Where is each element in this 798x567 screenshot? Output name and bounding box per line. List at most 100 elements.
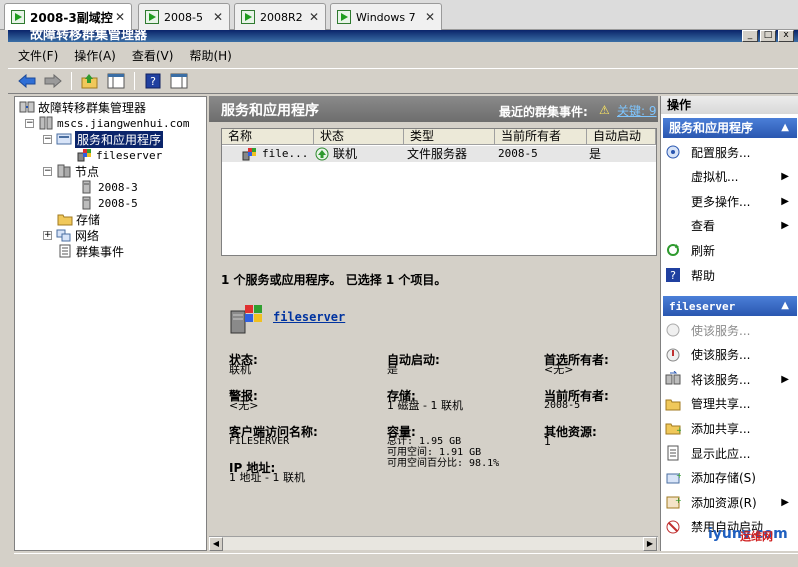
tab-windows7[interactable]: Windows 7 ✕ bbox=[330, 3, 442, 30]
tab-2008-3[interactable]: 2008-3副域控 ✕ bbox=[4, 3, 132, 30]
disable-icon bbox=[665, 519, 681, 535]
action-item[interactable]: + 添加共享... bbox=[665, 417, 795, 439]
tree-events-label: 群集事件 bbox=[76, 244, 125, 259]
expand-icon[interactable]: + bbox=[43, 230, 52, 240]
minimize-button[interactable]: _ bbox=[742, 30, 758, 42]
close-icon[interactable]: ✕ bbox=[115, 10, 125, 24]
column-header-status[interactable]: 状态 bbox=[314, 129, 404, 145]
recent-events-link[interactable]: 关键: 9 bbox=[617, 102, 657, 119]
services-icon bbox=[56, 133, 72, 145]
close-button[interactable]: x bbox=[778, 30, 794, 42]
action-item[interactable]: ? 帮助 bbox=[665, 264, 795, 286]
actions-header: 操作 bbox=[661, 96, 798, 114]
section-label: 服务和应用程序 bbox=[669, 121, 754, 135]
menu-action[interactable]: 操作(A) bbox=[74, 47, 116, 64]
collapse-section-icon[interactable]: ▲ bbox=[781, 118, 789, 138]
action-item[interactable]: 管理共享... bbox=[665, 393, 795, 415]
collapse-icon[interactable]: − bbox=[43, 134, 52, 144]
close-icon[interactable]: ✕ bbox=[309, 10, 319, 24]
online-icon bbox=[665, 322, 681, 338]
tree-fileserver[interactable]: fileserver bbox=[77, 147, 162, 163]
action-item[interactable]: + 添加存储(S) bbox=[665, 467, 795, 489]
tree-nodes[interactable]: − 节点 bbox=[43, 163, 99, 179]
action-item[interactable]: 显示此应... bbox=[665, 442, 795, 464]
action-label: 查看 bbox=[691, 219, 716, 234]
actions-section-fileserver[interactable]: fileserver ▲ bbox=[663, 296, 797, 316]
blank-icon bbox=[665, 193, 681, 209]
action-item[interactable]: 虚拟机... ▶ bbox=[665, 166, 795, 188]
column-header-autostart[interactable]: 自动启动 bbox=[587, 129, 656, 145]
action-label: 显示此应... bbox=[691, 446, 751, 461]
tree-network[interactable]: + 网络 bbox=[43, 227, 99, 243]
tree-root[interactable]: 故障转移群集管理器 bbox=[19, 99, 146, 115]
action-item[interactable]: 刷新 bbox=[665, 239, 795, 261]
action-item[interactable]: 配置服务... bbox=[665, 141, 795, 163]
horizontal-scrollbar[interactable]: ◀ ▶ bbox=[209, 536, 658, 551]
tree-nodes-label: 节点 bbox=[75, 164, 100, 179]
tab-2008r2[interactable]: 2008R2 ✕ bbox=[234, 3, 326, 30]
action-label: 使该服务... bbox=[691, 348, 751, 363]
action-item[interactable]: + 添加资源(R) ▶ bbox=[665, 491, 795, 513]
menu-file[interactable]: 文件(F) bbox=[18, 47, 58, 64]
svg-text:+: + bbox=[676, 426, 681, 436]
back-button[interactable] bbox=[16, 71, 38, 91]
column-header-owner[interactable]: 当前所有者 bbox=[495, 129, 587, 145]
column-header-name[interactable]: 名称 bbox=[222, 129, 314, 145]
toolbar: ? bbox=[8, 68, 798, 94]
offline-icon bbox=[665, 347, 681, 363]
fileserver-link[interactable]: fileserver bbox=[273, 310, 345, 324]
toolbar-separator bbox=[134, 72, 135, 90]
capacity-free: 可用空间: 1.91 GB bbox=[387, 447, 482, 458]
action-pane-button[interactable] bbox=[168, 71, 190, 91]
other-resources-label: 其他资源: bbox=[544, 425, 597, 439]
column-header-type[interactable]: 类型 bbox=[404, 129, 495, 145]
tab-label: 2008-3副域控 bbox=[30, 10, 113, 25]
tree-node-2008-3[interactable]: 2008-3 bbox=[79, 179, 138, 195]
show-hide-tree-button[interactable] bbox=[105, 71, 127, 91]
share-icon bbox=[665, 396, 681, 412]
capacity-total: 总计: 1.95 GB bbox=[387, 436, 462, 447]
collapse-section-icon[interactable]: ▲ bbox=[781, 296, 789, 316]
action-item[interactable]: 将该服务... ▶ bbox=[665, 368, 795, 390]
tab-2008-5[interactable]: 2008-5 ✕ bbox=[138, 3, 230, 30]
action-item[interactable]: 更多操作... ▶ bbox=[665, 190, 795, 212]
client-access-value: FILESERVER bbox=[229, 436, 290, 447]
actions-section-services[interactable]: 服务和应用程序 ▲ bbox=[663, 118, 797, 138]
scroll-right-icon[interactable]: ▶ bbox=[643, 537, 657, 551]
menu-view[interactable]: 查看(V) bbox=[132, 47, 174, 64]
action-label: 添加共享... bbox=[691, 421, 751, 436]
scroll-left-icon[interactable]: ◀ bbox=[209, 537, 223, 551]
action-item[interactable]: 使该服务... bbox=[665, 344, 795, 366]
report-icon bbox=[665, 445, 681, 461]
up-level-button[interactable] bbox=[79, 71, 101, 91]
maximize-button[interactable]: □ bbox=[760, 30, 776, 42]
capacity-percent: 可用空间百分比: 98.1% bbox=[387, 458, 500, 469]
vm-running-icon bbox=[145, 10, 159, 24]
action-item[interactable]: 使该服务... bbox=[665, 319, 795, 341]
tree-node-2008-5[interactable]: 2008-5 bbox=[79, 195, 138, 211]
action-label: 刷新 bbox=[691, 243, 716, 258]
tree-cluster[interactable]: − mscs.jiangwenhui.com bbox=[25, 115, 189, 131]
help-button[interactable]: ? bbox=[142, 71, 164, 91]
forward-button[interactable] bbox=[42, 71, 64, 91]
server-icon bbox=[82, 196, 91, 210]
preferred-owner-value: <无> bbox=[544, 363, 574, 376]
tree-root-label: 故障转移群集管理器 bbox=[38, 100, 147, 115]
tree-events[interactable]: 群集事件 bbox=[57, 243, 124, 259]
tree-storage[interactable]: 存储 bbox=[57, 211, 100, 227]
menu-help[interactable]: 帮助(H) bbox=[189, 47, 231, 64]
refresh-icon bbox=[665, 242, 681, 258]
tree-services[interactable]: − 服务和应用程序 bbox=[43, 130, 164, 148]
storage-value: 1 磁盘 - 1 联机 bbox=[387, 399, 463, 412]
tree-storage-label: 存储 bbox=[76, 212, 101, 227]
help-icon: ? bbox=[145, 73, 161, 89]
action-label: 更多操作... bbox=[691, 194, 751, 209]
close-icon[interactable]: ✕ bbox=[213, 10, 223, 24]
action-item[interactable]: 查看 ▶ bbox=[665, 215, 795, 237]
svg-text:+: + bbox=[676, 471, 681, 480]
close-icon[interactable]: ✕ bbox=[425, 10, 435, 24]
collapse-icon[interactable]: − bbox=[43, 166, 52, 176]
autostart-value: 是 bbox=[387, 363, 398, 376]
services-list: 名称 状态 类型 当前所有者 自动启动 file... 联机 文件服务器 200… bbox=[221, 128, 657, 256]
collapse-icon[interactable]: − bbox=[25, 118, 34, 128]
